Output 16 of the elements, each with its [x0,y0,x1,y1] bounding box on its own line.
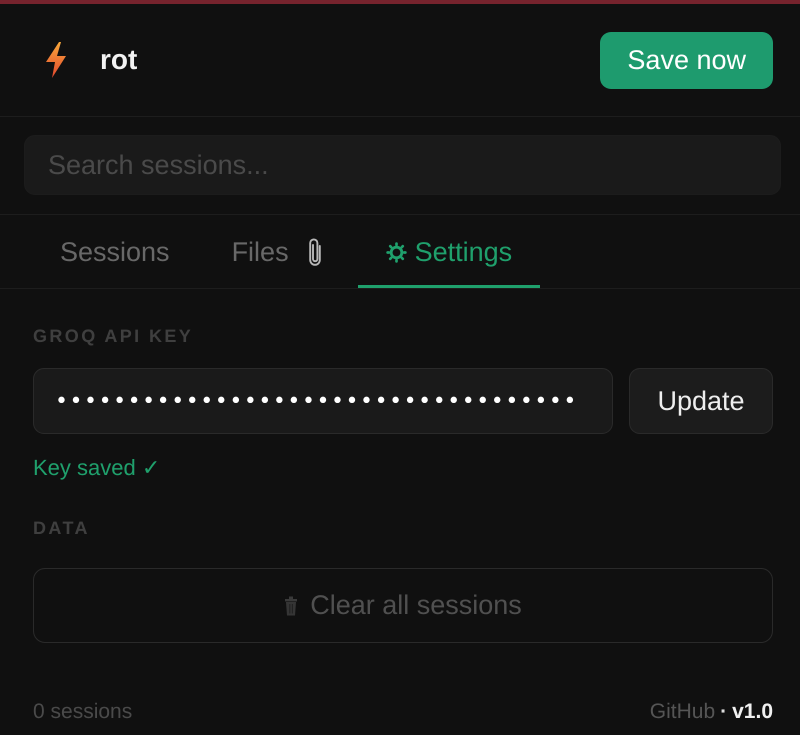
separator-dot: · [720,699,728,724]
save-button[interactable]: Save now [600,32,773,88]
github-link[interactable]: GitHub [650,699,716,724]
app-title: rot [100,43,138,77]
tab[interactable]: Sessions [32,215,198,288]
version-label: v1.0 [732,699,773,724]
clear-button[interactable]: Clear all sessions [33,568,773,643]
lightning-bolt-icon [45,42,67,78]
api-key-field[interactable]: •••••••••••••••••••••••••••••••••••• [33,368,613,434]
status-message: Key saved ✓ [33,455,160,481]
session-count: 0 sessions [33,699,132,724]
gear-icon [386,242,407,263]
tab[interactable]: Files [204,215,352,288]
tab[interactable]: Settings [358,215,540,288]
trash-icon [284,596,298,616]
update-button[interactable]: Update [629,368,773,434]
